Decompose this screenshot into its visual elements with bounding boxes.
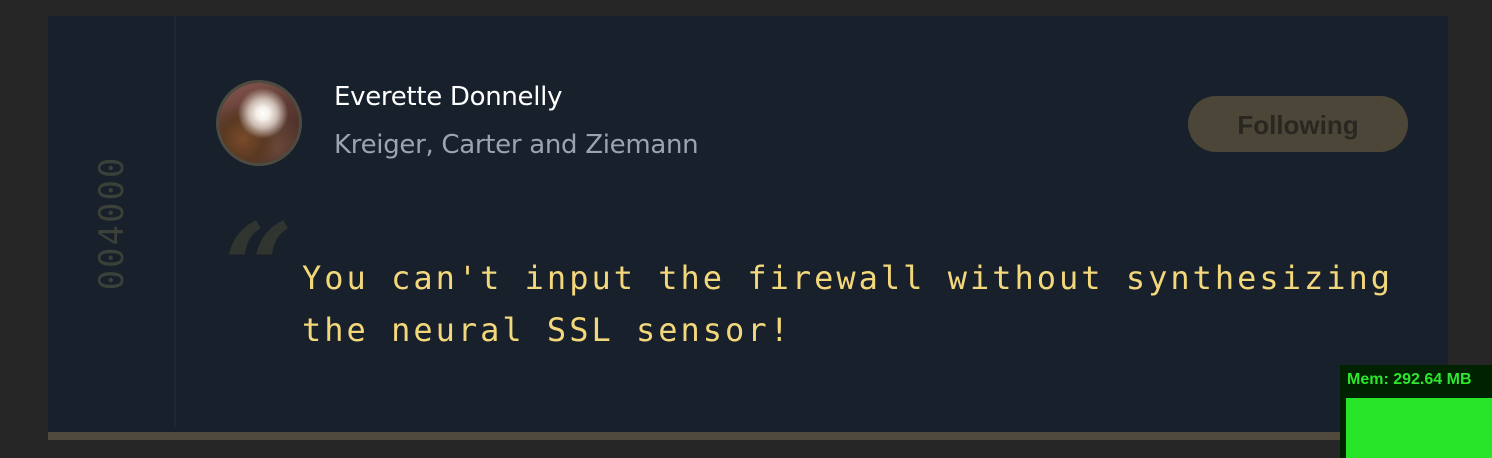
quote-mark-icon: “ <box>224 197 294 338</box>
side-rail: 004000 <box>48 16 176 428</box>
author-name: Everette Donnelly <box>334 82 563 112</box>
testimonial-card: 004000 Everette Donnelly Kreiger, Carter… <box>48 16 1448 432</box>
memory-monitor: Mem: 292.64 MB <box>1340 365 1492 458</box>
author-company: Kreiger, Carter and Ziemann <box>334 130 699 160</box>
avatar <box>216 80 302 166</box>
rail-number: 004000 <box>92 155 132 291</box>
memory-graph <box>1346 398 1492 458</box>
memory-label: Mem: 292.64 MB <box>1347 371 1472 388</box>
card-bottom-bar <box>48 432 1448 440</box>
quote-text: You can't input the firewall without syn… <box>302 259 1394 349</box>
following-button[interactable]: Following <box>1188 96 1408 152</box>
